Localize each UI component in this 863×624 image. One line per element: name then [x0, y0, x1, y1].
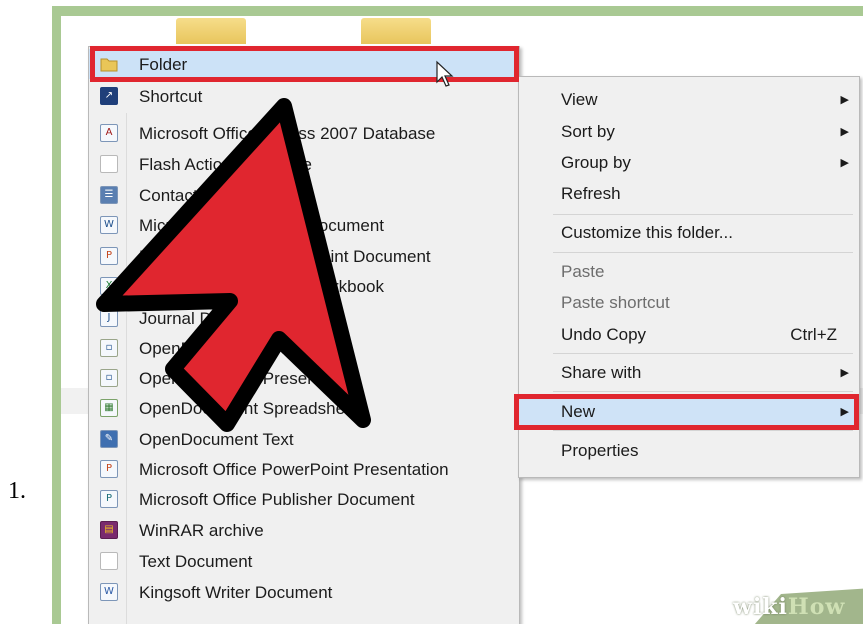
- wikihow-watermark: wikiHow: [733, 594, 846, 620]
- desktop-area: Folder ↗ Shortcut A Microsoft Office Acc…: [61, 16, 863, 624]
- screenshot-frame: Folder ↗ Shortcut A Microsoft Office Acc…: [52, 6, 863, 624]
- red-pointer-arrow-icon: [96, 98, 371, 432]
- step-number: 1.: [8, 478, 26, 504]
